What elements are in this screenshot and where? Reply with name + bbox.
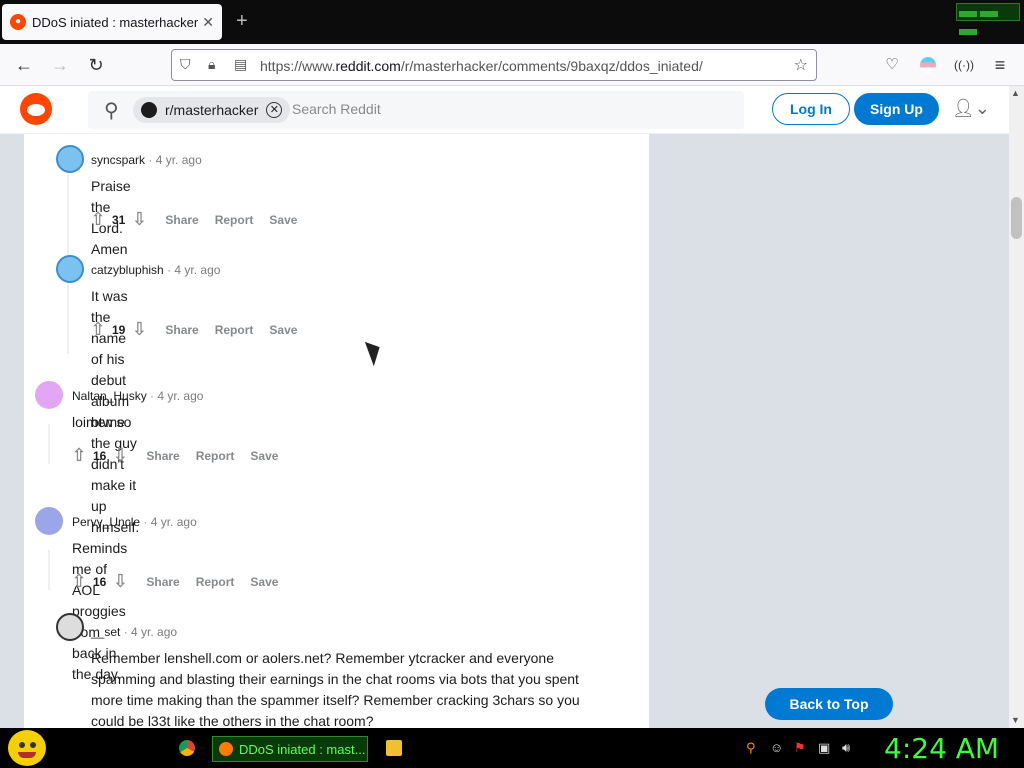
comment-author[interactable]: __set — [91, 625, 120, 639]
tab-title: DDoS iniated : masterhacker — [32, 14, 199, 30]
taskbar-task-label: DDoS iniated : mast... — [239, 741, 366, 757]
browser-nav-bar: ← → ↻ ⛉ 🔒︎ ▤ https://www.reddit.com/r/ma… — [0, 44, 1024, 86]
lock-icon[interactable]: 🔒︎ — [208, 56, 215, 73]
page-info-icon[interactable]: ▤ — [234, 56, 247, 73]
save-button[interactable]: Save — [269, 213, 297, 227]
subreddit-icon — [141, 102, 157, 118]
comment-author[interactable]: Naltan_Husky — [72, 389, 147, 403]
thread-line[interactable] — [48, 550, 50, 590]
comment-author[interactable]: Pervy_Uncle — [72, 515, 140, 529]
scrollbar-thumb[interactable] — [1011, 197, 1022, 239]
browser-tab[interactable]: ● DDoS iniated : masterhacker ✕ — [2, 4, 222, 40]
share-button[interactable]: Share — [146, 449, 179, 463]
subreddit-chip[interactable]: r/masterhacker ✕ — [133, 97, 291, 123]
forward-arrow-icon[interactable]: → — [48, 53, 72, 77]
comment-age[interactable]: 4 yr. ago — [174, 263, 220, 277]
pocket-icon[interactable]: ♡ — [880, 53, 904, 77]
downvote-icon[interactable]: ⇩ — [129, 319, 149, 340]
reddit-logo-icon[interactable] — [20, 93, 52, 125]
firefox-icon — [219, 742, 233, 756]
upvote-icon[interactable]: ⇧ — [69, 445, 89, 466]
comment-author[interactable]: syncspark — [91, 153, 145, 167]
search-icon: ⚲ — [104, 100, 119, 122]
share-button[interactable]: Share — [165, 323, 198, 337]
save-button[interactable]: Save — [269, 323, 297, 337]
avatar[interactable] — [56, 255, 84, 283]
new-tab-button[interactable]: + — [236, 10, 248, 32]
tab-close-icon[interactable]: ✕ — [202, 14, 214, 31]
scroll-up-icon[interactable]: ▲ — [1011, 88, 1020, 98]
vote-score: 31 — [112, 212, 126, 227]
subreddit-chip-label: r/masterhacker — [165, 102, 259, 118]
shield-icon[interactable]: ⛉ — [180, 56, 191, 73]
login-button[interactable]: Log In — [772, 93, 850, 125]
network-tray-icon[interactable]: ▣ — [818, 740, 830, 756]
downvote-icon[interactable]: ⇩ — [110, 445, 130, 466]
vote-score: 16 — [93, 448, 107, 463]
save-button[interactable]: Save — [250, 449, 278, 463]
search-bar[interactable]: ⚲ r/masterhacker ✕ Search Reddit — [88, 91, 744, 129]
bookmark-star-icon[interactable]: ☆ — [794, 55, 808, 75]
vote-score: 16 — [93, 574, 107, 589]
upvote-icon[interactable]: ⇧ — [88, 319, 108, 340]
url-bar[interactable]: ⛉ 🔒︎ ▤ https://www.reddit.com/r/masterha… — [171, 49, 817, 81]
back-arrow-icon[interactable]: ← — [12, 53, 36, 77]
chat-tray-icon[interactable]: ☺ — [770, 740, 783, 755]
share-button[interactable]: Share — [165, 213, 198, 227]
share-button[interactable]: Share — [146, 575, 179, 589]
back-to-top-button[interactable]: Back to Top — [765, 688, 893, 720]
folder-icon[interactable] — [386, 740, 402, 756]
scrollbar[interactable] — [1009, 86, 1024, 728]
upvote-icon[interactable]: ⇧ — [69, 571, 89, 592]
reddit-favicon-icon: ● — [10, 14, 26, 30]
downvote-icon[interactable]: ⇩ — [129, 209, 149, 230]
browser-tab-bar: ● DDoS iniated : masterhacker ✕ + — [0, 0, 1024, 44]
extension-icon[interactable]: ((·)) — [952, 53, 976, 77]
comment-body: Remember lenshell.com or aolers.net? Rem… — [91, 650, 580, 728]
user-menu-icon[interactable]: 👤︎⌄ — [952, 98, 990, 119]
search-tray-icon[interactable]: ⚲ — [746, 740, 756, 756]
taskbar-firefox-task[interactable]: DDoS iniated : mast... — [212, 736, 368, 762]
thread-line[interactable] — [48, 424, 50, 464]
scroll-down-icon[interactable]: ▼ — [1011, 715, 1020, 725]
start-button[interactable] — [8, 730, 46, 766]
report-button[interactable]: Report — [196, 575, 235, 589]
comment-age[interactable]: 4 yr. ago — [157, 389, 203, 403]
volume-tray-icon[interactable]: 🔊︎ — [842, 740, 850, 756]
taskbar-clock[interactable]: 4:24 AM — [884, 732, 999, 765]
comment-age[interactable]: 4 yr. ago — [131, 625, 177, 639]
reload-icon[interactable]: ↻ — [84, 53, 108, 77]
report-button[interactable]: Report — [196, 449, 235, 463]
search-input[interactable]: Search Reddit — [292, 101, 381, 117]
url-text[interactable]: https://www.reddit.com/r/masterhacker/co… — [260, 58, 703, 74]
comment-age[interactable]: 4 yr. ago — [151, 515, 197, 529]
downvote-icon[interactable]: ⇩ — [110, 571, 130, 592]
reddit-header: ⚲ r/masterhacker ✕ Search Reddit Log In … — [0, 86, 1009, 134]
profile-flag-icon[interactable] — [916, 53, 940, 77]
report-button[interactable]: Report — [215, 323, 254, 337]
save-button[interactable]: Save — [250, 575, 278, 589]
avatar[interactable] — [56, 613, 84, 641]
comments-panel: syncspark · 4 yr. ago Praise the Lord. A… — [24, 134, 649, 728]
comment-age[interactable]: 4 yr. ago — [156, 153, 202, 167]
avatar[interactable] — [35, 507, 63, 535]
avatar[interactable] — [35, 381, 63, 409]
vote-score: 19 — [112, 322, 126, 337]
chrome-icon[interactable] — [179, 740, 195, 756]
window-controls[interactable] — [956, 3, 1020, 35]
remove-chip-icon[interactable]: ✕ — [266, 102, 283, 118]
comment-author[interactable]: catzybluphish — [91, 263, 164, 277]
signup-button[interactable]: Sign Up — [854, 93, 939, 125]
comment-body: loimeme — [72, 414, 125, 430]
report-button[interactable]: Report — [215, 213, 254, 227]
flag-tray-icon[interactable]: ⚑ — [794, 740, 806, 756]
avatar[interactable] — [56, 145, 84, 173]
upvote-icon[interactable]: ⇧ — [88, 209, 108, 230]
menu-hamburger-icon[interactable]: ≡ — [988, 53, 1012, 77]
taskbar: DDoS iniated : mast... ⚲ ☺ ⚑ ▣ 🔊︎ 4:24 A… — [0, 728, 1024, 768]
